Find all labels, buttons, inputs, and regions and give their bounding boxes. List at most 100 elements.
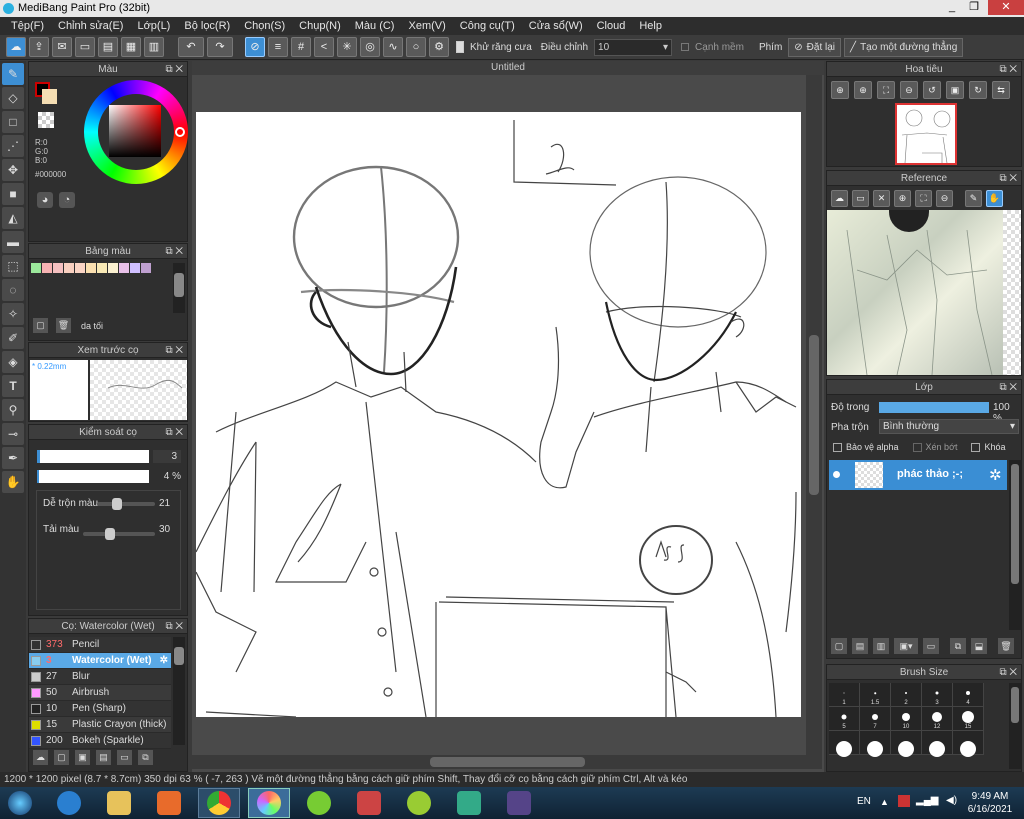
palette-swatch[interactable]	[97, 263, 107, 273]
brush-cloud-icon[interactable]: ☁	[33, 750, 48, 765]
brush-list-item[interactable]: 50 Airbrush	[29, 685, 171, 701]
eye-icon[interactable]	[833, 471, 840, 478]
zoom-in-icon[interactable]: ⊕	[831, 81, 849, 99]
navigator-thumbnail[interactable]	[895, 103, 957, 165]
delete-palette-icon[interactable]: 🗑	[56, 318, 71, 333]
clip-checkbox[interactable]	[912, 442, 922, 452]
menu-edit[interactable]: Chỉnh sửa(E)	[51, 20, 130, 32]
menu-select[interactable]: Chọn(S)	[237, 20, 292, 32]
vertical-scrollbar[interactable]	[806, 75, 822, 755]
text-tool-icon[interactable]: T	[2, 375, 24, 397]
lock-checkbox[interactable]	[971, 442, 981, 452]
parallel-snap-icon[interactable]: ≡	[268, 37, 288, 57]
palette-swatch[interactable]	[108, 263, 118, 273]
transparent-color[interactable]	[38, 112, 54, 128]
blend-knob[interactable]	[111, 498, 122, 510]
brush-size-option[interactable]: 4	[953, 683, 984, 707]
brush-size-option[interactable]	[829, 731, 860, 758]
load-slider[interactable]	[83, 528, 155, 540]
panel-buttons[interactable]: ⧉ ✕	[165, 244, 183, 259]
brush-size-option[interactable]: 1.5	[860, 683, 891, 707]
palette-swatch[interactable]	[31, 263, 41, 273]
new-layer-icon[interactable]: ▢	[831, 638, 847, 654]
brush-list-item[interactable]: 373 Pencil	[29, 637, 171, 653]
reset-button[interactable]: ⊘ Đặt lại	[788, 37, 842, 57]
menu-snap[interactable]: Chụp(N)	[292, 20, 348, 32]
taskbar-ie[interactable]	[48, 788, 90, 818]
brush-settings-icon[interactable]: ✲	[160, 655, 171, 666]
brush-list-item[interactable]: 15 Plastic Crayon (thick)	[29, 717, 171, 733]
blend-slider[interactable]	[97, 498, 155, 510]
brush-list-scrollbar[interactable]	[173, 637, 185, 745]
maximize-button[interactable]: ❐	[960, 0, 988, 15]
brush-size-option[interactable]: 3	[922, 683, 953, 707]
pipette-icon[interactable]: ✒	[2, 447, 24, 469]
brush-size-option[interactable]	[922, 731, 953, 758]
no-snap-icon[interactable]: ⊘	[245, 37, 265, 57]
new-brush-icon[interactable]: ▢	[54, 750, 69, 765]
correction-select[interactable]: 10 ▾	[594, 38, 673, 56]
rotate-right-icon[interactable]: ↻	[969, 81, 987, 99]
brush-size-slider[interactable]	[37, 450, 149, 463]
taskbar-chrome[interactable]	[198, 788, 240, 818]
ref-close-icon[interactable]: ✕	[873, 190, 890, 207]
panel-buttons[interactable]: ⧉ ✕	[165, 425, 183, 440]
network-icon[interactable]: ▂▄▆	[916, 795, 938, 806]
hand-tool-icon[interactable]: ✋	[2, 471, 24, 493]
lasso-tool-icon[interactable]: ◌	[2, 279, 24, 301]
palette-scrollbar[interactable]	[173, 263, 185, 313]
upload-icon[interactable]: ⇪	[29, 37, 49, 57]
eraser-tool-icon[interactable]: ◇	[2, 87, 24, 109]
volume-icon[interactable]: ◀)	[946, 795, 957, 806]
panel-buttons[interactable]: ⧉ ✕	[999, 380, 1017, 395]
menu-view[interactable]: Xem(V)	[401, 20, 452, 32]
layer-blend-select[interactable]: Bình thường ▾	[879, 419, 1019, 434]
hue-wheel[interactable]	[84, 80, 188, 184]
brush-tool-icon[interactable]: ✎	[2, 63, 24, 85]
bucket-tool-icon[interactable]: ◭	[2, 207, 24, 229]
brush-size-value[interactable]: 3	[153, 450, 181, 463]
ref-fit-icon[interactable]: ⛶	[915, 190, 932, 207]
palette-swatch[interactable]	[86, 263, 96, 273]
taskbar-app5[interactable]	[498, 788, 540, 818]
folder-icon[interactable]: ▭	[923, 638, 939, 654]
palette-swatch[interactable]	[75, 263, 85, 273]
color-sets-icon[interactable]: ◔	[59, 192, 75, 208]
brush-size-option[interactable]: 1	[829, 683, 860, 707]
gradient-tool-icon[interactable]: ▬	[2, 231, 24, 253]
shape-tool-icon[interactable]: □	[2, 111, 24, 133]
duplicate-layer-icon[interactable]: ⧉	[950, 638, 966, 654]
ref-hand-icon[interactable]: ✋	[986, 190, 1003, 207]
palette-icon[interactable]: ◕	[37, 192, 53, 208]
menu-file[interactable]: Tệp(F)	[4, 20, 51, 32]
layer-settings-icon[interactable]: ✲	[989, 466, 1002, 484]
magic-wand-icon[interactable]: ✧	[2, 303, 24, 325]
background-color[interactable]	[42, 89, 57, 104]
brush-size-option[interactable]: 12	[922, 707, 953, 731]
zoom-in-icon[interactable]: ⊕	[854, 81, 872, 99]
grid-doc-icon[interactable]: ▦	[121, 37, 141, 57]
menu-tools[interactable]: Công cụ(T)	[453, 20, 522, 32]
language-indicator[interactable]: EN	[857, 796, 871, 807]
chat-icon[interactable]: ▭	[75, 37, 95, 57]
delete-layer-icon[interactable]: 🗑	[998, 638, 1014, 654]
palette-swatch[interactable]	[42, 263, 52, 273]
brush-size-scrollbar[interactable]	[1009, 683, 1021, 769]
menu-window[interactable]: Cửa sổ(W)	[522, 20, 590, 32]
ref-zoom-in-icon[interactable]: ⊕	[894, 190, 911, 207]
menu-help[interactable]: Help	[632, 20, 669, 32]
menu-layer[interactable]: Lớp(L)	[130, 20, 177, 32]
drawing-canvas[interactable]	[195, 112, 801, 718]
perspective-snap-icon[interactable]: <	[314, 37, 334, 57]
undo-icon[interactable]: ↶	[178, 37, 204, 57]
fill-rect-tool-icon[interactable]: ■	[2, 183, 24, 205]
layer-opacity-slider[interactable]	[879, 402, 989, 413]
brush-size-option[interactable]	[891, 731, 922, 758]
panel-buttons[interactable]: ⧉ ✕	[165, 619, 183, 634]
panel-buttons[interactable]: ⧉ ✕	[165, 62, 183, 77]
new-palette-icon[interactable]: ▢	[33, 318, 48, 333]
move-tool-icon[interactable]: ✥	[2, 159, 24, 181]
taskbar-explorer[interactable]	[98, 788, 140, 818]
brush-size-option[interactable]	[953, 731, 984, 758]
panel-buttons[interactable]: ⧉ ✕	[999, 62, 1017, 77]
